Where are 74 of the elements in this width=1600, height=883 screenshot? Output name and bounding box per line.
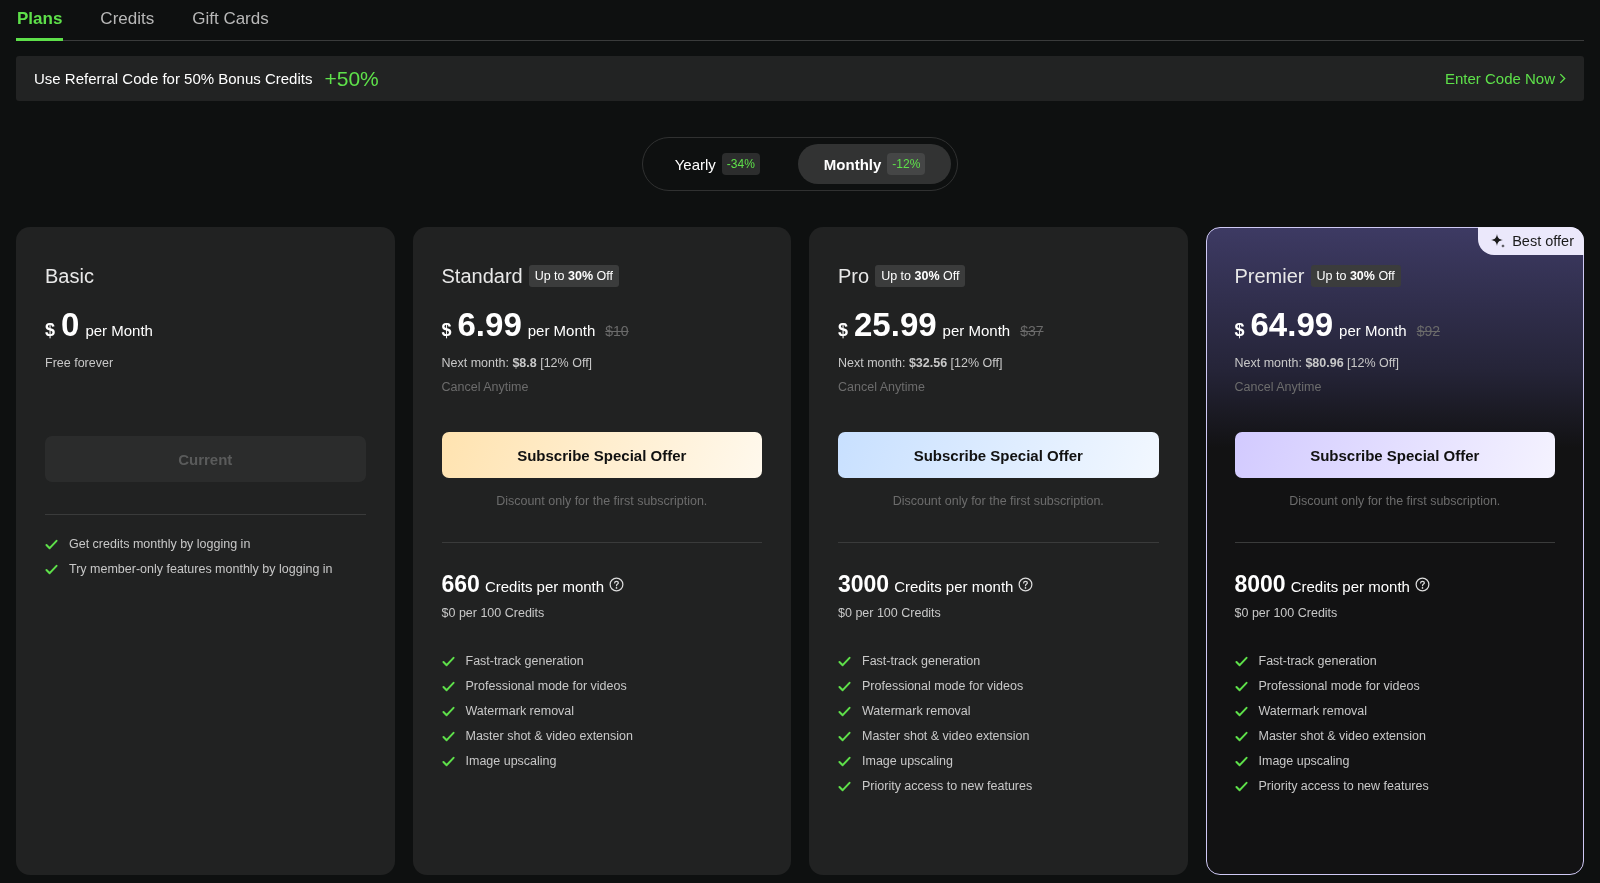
credits-rate: $0 per 100 Credits (441, 606, 546, 620)
discount-badge: Up to 30% Off (1310, 265, 1401, 287)
feature-text: Try member-only features monthly by logging in (69, 562, 333, 576)
next-month-price: Next month: $80.96 [12% Off] (1234, 356, 1400, 372)
original-price: $37 (1020, 323, 1044, 339)
cancel-note: Cancel Anytime (1234, 380, 1323, 396)
credits-label: Credits per month (1290, 578, 1410, 595)
tab[interactable]: Gift Cards (191, 9, 270, 41)
subscribe-button[interactable]: Subscribe Special Offer (441, 432, 762, 478)
feature-text: Watermark removal (862, 704, 971, 718)
cancel-note: Cancel Anytime (441, 380, 530, 396)
price-period: per Month (85, 322, 153, 339)
price-period: per Month (942, 322, 1011, 339)
bonus-label: +50% (324, 66, 379, 91)
discount-disclaimer: Discount only for the first subscription. (495, 494, 709, 510)
feature-text: Image upscaling (1258, 754, 1350, 768)
currency-sign: $ (1234, 320, 1245, 341)
enter-code-link[interactable]: Enter Code Now (1444, 70, 1566, 87)
billing-option[interactable]: Yearly -34% (648, 144, 786, 184)
credits-amount: 3000 (838, 571, 890, 598)
next-month-price: Next month: $8.8 [12% Off] (441, 356, 594, 372)
subscribe-button[interactable]: Subscribe Special Offer (838, 432, 1159, 478)
price-amount: 64.99 (1250, 306, 1334, 344)
feature-text: Master shot & video extension (862, 729, 1030, 743)
feature-text: Professional mode for videos (465, 679, 627, 693)
discount-tag: -34% (721, 153, 760, 175)
feature-text: Watermark removal (1258, 704, 1368, 718)
price-period: per Month (527, 322, 596, 339)
feature-text: Image upscaling (465, 754, 557, 768)
discount-disclaimer: Discount only for the first subscription. (1288, 494, 1502, 510)
price-amount: 6.99 (457, 306, 522, 344)
feature-text: Watermark removal (465, 704, 575, 718)
credits-label: Credits per month (894, 578, 1014, 595)
plan-name: Standard (441, 264, 523, 288)
next-month-price: Next month: $32.56 [12% Off] (838, 356, 1004, 372)
discount-disclaimer: Discount only for the first subscription. (891, 494, 1105, 510)
plan-name: Pro (838, 264, 870, 288)
referral-text: Use Referral Code for 50% Bonus Credits (34, 70, 313, 87)
feature-text: Priority access to new features (862, 779, 1033, 793)
tab[interactable]: Credits (99, 9, 156, 41)
cancel-note: Cancel Anytime (838, 380, 926, 396)
price-period: per Month (1339, 322, 1407, 339)
plan-subtitle: Free forever (45, 356, 115, 372)
currency-sign: $ (838, 320, 848, 341)
feature-text: Master shot & video extension (1258, 729, 1426, 743)
discount-tag: -12% (887, 153, 926, 175)
billing-option[interactable]: Monthly -12% (797, 144, 952, 184)
original-price: $10 (605, 323, 629, 339)
tab[interactable]: Plans (16, 9, 64, 41)
currency-sign: $ (441, 320, 452, 341)
discount-badge: Up to 30% Off (875, 265, 966, 287)
subscribe-button[interactable]: Subscribe Special Offer (1234, 432, 1555, 478)
feature-text: Get credits monthly by logging in (69, 537, 251, 551)
feature-text: Image upscaling (862, 754, 954, 768)
feature-text: Fast-track generation (465, 654, 584, 668)
feature-text: Fast-track generation (862, 654, 981, 668)
price-amount: 0 (61, 306, 80, 344)
best-offer-badge: Best offer (1478, 227, 1584, 255)
credits-amount: 660 (441, 571, 480, 598)
currency-sign: $ (45, 320, 55, 341)
discount-badge: Up to 30% Off (528, 265, 619, 287)
feature-text: Fast-track generation (1258, 654, 1377, 668)
feature-text: Professional mode for videos (1258, 679, 1420, 693)
credits-rate: $0 per 100 Credits (838, 606, 942, 620)
price-amount: 25.99 (854, 306, 937, 344)
credits-amount: 8000 (1234, 571, 1286, 598)
original-price: $92 (1416, 323, 1440, 339)
feature-text: Master shot & video extension (465, 729, 633, 743)
credits-label: Credits per month (484, 578, 605, 595)
credits-rate: $0 per 100 Credits (1234, 606, 1339, 620)
plan-name: Premier (1234, 264, 1305, 288)
feature-text: Professional mode for videos (862, 679, 1024, 693)
plan-name: Basic (45, 264, 94, 288)
feature-text: Priority access to new features (1258, 779, 1429, 793)
